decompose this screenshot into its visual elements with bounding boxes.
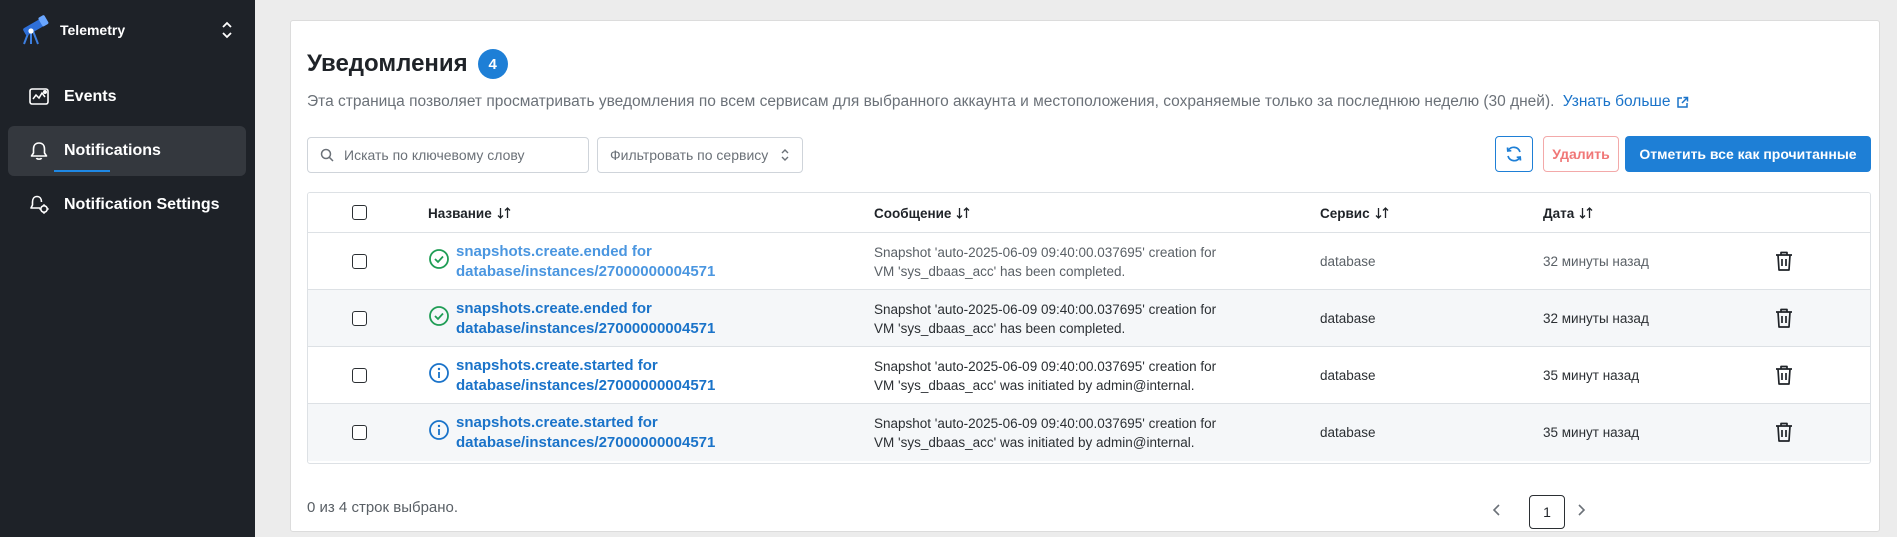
select-all-checkbox[interactable] (352, 205, 367, 220)
notification-service: database (1320, 425, 1376, 440)
notification-name-link[interactable]: snapshots.create.started for database/in… (456, 356, 756, 396)
mark-all-read-button[interactable]: Отметить все как прочитанные (1625, 136, 1871, 172)
column-header-service[interactable]: Сервис (1320, 193, 1389, 233)
row-checkbox[interactable] (352, 368, 367, 383)
check-circle-icon (429, 249, 449, 269)
name-cell: snapshots.create.ended for database/inst… (428, 299, 756, 339)
notification-message: Snapshot 'auto-2025-06-09 09:40:00.03769… (874, 302, 1217, 336)
chevron-up-down-icon (781, 149, 789, 161)
chevron-left-icon (1492, 504, 1500, 516)
sidebar-item-label: Notifications (64, 142, 161, 159)
trash-icon[interactable] (1774, 364, 1794, 386)
name-cell: snapshots.create.started for database/in… (428, 356, 756, 396)
row-checkbox[interactable] (352, 311, 367, 326)
gear-bell-icon (30, 195, 49, 214)
title-row: Уведомления 4 (307, 49, 508, 79)
sidebar-item-notification-settings[interactable]: Notification Settings (8, 180, 246, 230)
description-text: Эта страница позволяет просматривать уве… (307, 93, 1555, 110)
notification-message: Snapshot 'auto-2025-06-09 09:40:00.03769… (874, 416, 1217, 450)
search-input[interactable] (344, 147, 564, 163)
chevron-up-down-icon[interactable] (219, 19, 235, 41)
service-filter-label: Фильтровать по сервису (610, 147, 769, 163)
external-link-icon (1676, 96, 1688, 108)
sort-icon (497, 207, 511, 219)
page-description: Эта страница позволяет просматривать уве… (307, 93, 1689, 111)
column-header-label: Название (428, 205, 492, 221)
refresh-button[interactable] (1495, 136, 1533, 172)
sort-icon (956, 207, 970, 219)
notification-name-link[interactable]: snapshots.create.started for database/in… (456, 413, 756, 453)
sort-icon (1579, 207, 1593, 219)
table-row[interactable]: snapshots.create.started for database/in… (308, 347, 1870, 404)
notification-name-link[interactable]: snapshots.create.ended for database/inst… (456, 299, 756, 339)
bell-icon (30, 142, 48, 160)
row-checkbox[interactable] (352, 425, 367, 440)
search-icon (320, 148, 334, 162)
column-header-date[interactable]: Дата (1543, 193, 1593, 233)
events-monitor-icon (29, 88, 49, 105)
column-header-label: Сервис (1320, 205, 1370, 221)
notification-date: 35 минут назад (1543, 425, 1640, 440)
refresh-icon (1506, 146, 1522, 162)
pagination-prev-button[interactable] (1487, 496, 1507, 524)
pagination-next-button[interactable] (1571, 496, 1591, 524)
search-box[interactable] (307, 137, 589, 173)
column-header-label: Дата (1543, 205, 1575, 221)
learn-more-label: Узнать больше (1562, 93, 1671, 110)
trash-icon[interactable] (1774, 421, 1794, 443)
active-indicator (54, 170, 110, 172)
notification-message: Snapshot 'auto-2025-06-09 09:40:00.03769… (874, 359, 1217, 393)
info-circle-icon (429, 420, 449, 440)
selected-rows-count: 0 из 4 строк выбрано. (307, 499, 459, 516)
table-row[interactable]: snapshots.create.ended for database/inst… (308, 233, 1870, 290)
notification-count-badge: 4 (477, 49, 508, 79)
notification-service: database (1320, 368, 1376, 383)
app-switcher[interactable]: Telemetry (20, 14, 235, 46)
notification-service: database (1320, 254, 1376, 269)
app-name: Telemetry (60, 22, 126, 38)
sidebar-item-label: Events (64, 88, 117, 105)
check-circle-icon (429, 306, 449, 326)
page-title: Уведомления (307, 50, 468, 77)
delete-button[interactable]: Удалить (1543, 136, 1619, 172)
sort-icon (1375, 207, 1389, 219)
sidebar: Telemetry Events Notifications Notificat… (0, 0, 255, 537)
column-header-label: Сообщение (874, 205, 952, 221)
row-checkbox[interactable] (352, 254, 367, 269)
notification-date: 35 минут назад (1543, 368, 1640, 383)
notification-date: 32 минуты назад (1543, 311, 1649, 326)
table-row[interactable]: snapshots.create.ended for database/inst… (308, 290, 1870, 347)
info-circle-icon (429, 363, 449, 383)
name-cell: snapshots.create.ended for database/inst… (428, 242, 756, 282)
notification-message: Snapshot 'auto-2025-06-09 09:40:00.03769… (874, 245, 1217, 279)
trash-icon[interactable] (1774, 307, 1794, 329)
sidebar-item-notifications[interactable]: Notifications (8, 126, 246, 176)
sidebar-item-events[interactable]: Events (8, 72, 246, 122)
learn-more-link[interactable]: Узнать больше (1563, 93, 1689, 111)
notification-service: database (1320, 311, 1376, 326)
telescope-icon (23, 15, 49, 45)
pagination-page-button[interactable]: 1 (1529, 495, 1565, 529)
table-row[interactable]: snapshots.create.started for database/in… (308, 404, 1870, 461)
column-header-name[interactable]: Название (428, 193, 511, 233)
notification-date: 32 минуты назад (1543, 254, 1649, 269)
notification-name-link[interactable]: snapshots.create.ended for database/inst… (456, 242, 756, 282)
notifications-panel: Уведомления 4 Эта страница позволяет про… (290, 20, 1880, 532)
sidebar-item-label: Notification Settings (64, 196, 220, 213)
column-header-message[interactable]: Сообщение (874, 193, 970, 233)
service-filter-select[interactable]: Фильтровать по сервису (597, 137, 803, 173)
trash-icon[interactable] (1774, 250, 1794, 272)
chevron-right-icon (1578, 504, 1586, 516)
name-cell: snapshots.create.started for database/in… (428, 413, 756, 453)
notifications-table: Название Сообщение Сервис Дата snapshots… (307, 192, 1871, 464)
table-header: Название Сообщение Сервис Дата (308, 193, 1870, 233)
